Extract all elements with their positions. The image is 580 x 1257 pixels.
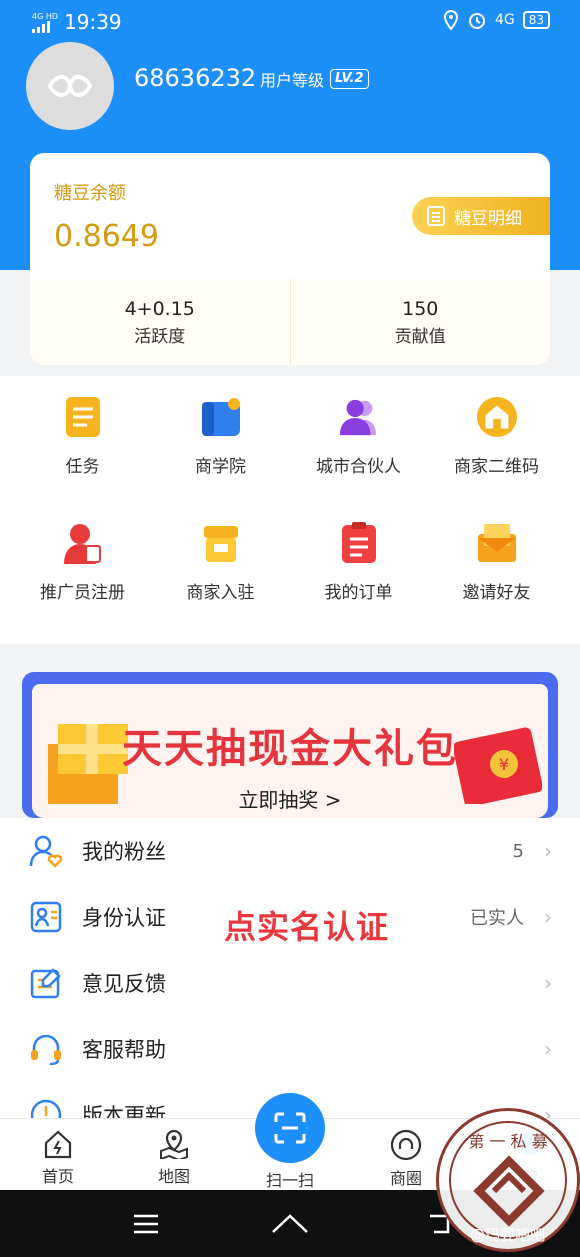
seal-text: 第 一 私 募 xyxy=(468,1132,547,1151)
balance-stats: 4+0.15 活跃度 150 贡献值 xyxy=(30,279,550,365)
tab-map[interactable]: 地图 xyxy=(134,1129,214,1187)
menu-label: 版本更新 xyxy=(82,1104,166,1118)
scan-icon xyxy=(274,1112,306,1144)
balance-label: 糖豆余额 xyxy=(54,183,126,204)
menu-icon[interactable] xyxy=(126,1210,166,1238)
menu-item-customer-service[interactable]: 客服帮助 › xyxy=(0,1016,580,1082)
grid-item-label: 推广员注册 xyxy=(40,583,125,603)
user-level-label: 用户等级 xyxy=(260,71,325,90)
scan-button[interactable] xyxy=(255,1093,325,1163)
grid-item-promoter[interactable]: 推广员注册 xyxy=(10,522,155,603)
watermark-caption: @玛婴吧吧 xyxy=(470,1226,546,1244)
stat-activity[interactable]: 4+0.15 活跃度 xyxy=(30,279,290,365)
headset-icon xyxy=(28,1031,64,1067)
level-badge: LV.2 xyxy=(330,69,369,89)
stat-label: 贡献值 xyxy=(394,326,446,347)
menu-list: 我的粉丝 5 › 身份认证 已实人 › 意见反馈 › 客服帮助 › 版本更新 › xyxy=(0,818,580,1118)
network-type: 4G xyxy=(494,12,515,28)
menu-item-feedback[interactable]: 意见反馈 › xyxy=(0,950,580,1016)
stat-value: 4+0.15 xyxy=(124,297,195,320)
grid-item-invite[interactable]: 邀请好友 xyxy=(424,522,569,603)
grid-item-academy[interactable]: 商学院 xyxy=(148,396,293,477)
grid-item-label: 商家二维码 xyxy=(454,457,539,477)
signal-icon: 4G HD xyxy=(32,12,58,33)
menu-item-fans[interactable]: 我的粉丝 5 › xyxy=(0,818,580,884)
grid-item-store-join[interactable]: 商家入驻 xyxy=(148,522,293,603)
promoter-icon xyxy=(62,522,104,564)
avatar[interactable] xyxy=(26,42,114,130)
list-icon xyxy=(427,206,445,226)
grid-item-shop-qrcode[interactable]: 商家二维码 xyxy=(424,396,569,477)
grid-item-task[interactable]: 任务 xyxy=(10,396,155,477)
alarm-icon xyxy=(468,13,485,29)
svg-text:¥: ¥ xyxy=(499,755,509,774)
location-icon xyxy=(443,10,458,30)
menu-label: 我的粉丝 xyxy=(82,840,166,864)
menu-value: 5 xyxy=(512,840,524,862)
balance-card: 糖豆余额 0.8649 糖豆明细 4+0.15 活跃度 150 贡献值 xyxy=(30,153,550,365)
id-card-icon xyxy=(28,899,64,935)
tab-label-scan: 扫一扫 xyxy=(265,1171,314,1190)
tab-label: 商圈 xyxy=(389,1169,422,1188)
status-bar: 4G HD 19:39 4G 83 xyxy=(0,0,580,40)
grid-item-partner[interactable]: 城市合伙人 xyxy=(286,396,431,477)
tab-label: 地图 xyxy=(157,1167,190,1186)
chevron-right-icon: › xyxy=(544,839,552,863)
network-label: 4G HD xyxy=(32,11,59,21)
red-envelope-icon: ¥ xyxy=(454,727,542,804)
tab-label: 首页 xyxy=(41,1167,74,1186)
user-id: 68636232 xyxy=(134,64,257,92)
grid-item-label: 商学院 xyxy=(195,457,246,477)
tab-home[interactable]: 首页 xyxy=(18,1129,98,1187)
tab-business-circle[interactable]: 商圈 xyxy=(366,1129,446,1189)
balance-detail-button[interactable]: 糖豆明细 xyxy=(412,197,550,235)
menu-value: 已实人 xyxy=(470,908,524,929)
avatar-placeholder-icon xyxy=(48,75,92,97)
chevron-right-icon: › xyxy=(544,1037,552,1061)
lottery-banner[interactable]: 天天抽现金大礼包 立即抽奖 > ¥ xyxy=(22,672,558,818)
grid-item-label: 我的订单 xyxy=(324,583,393,603)
invite-icon xyxy=(476,522,518,564)
annotation-text: 点实名认证 xyxy=(224,908,390,946)
grid-item-label: 城市合伙人 xyxy=(316,457,401,477)
chevron-right-icon: › xyxy=(544,905,552,929)
stat-contribution[interactable]: 150 贡献值 xyxy=(289,279,551,365)
balance-value: 0.8649 xyxy=(54,219,159,254)
user-level: 用户等级 LV.2 xyxy=(260,67,369,91)
stat-value: 150 xyxy=(402,297,439,320)
task-icon xyxy=(62,396,104,438)
balance-detail-label: 糖豆明细 xyxy=(454,208,522,229)
banner-inner: 天天抽现金大礼包 立即抽奖 > ¥ xyxy=(32,684,548,818)
battery-icon: 83 xyxy=(522,11,550,29)
grid-item-my-orders[interactable]: 我的订单 xyxy=(286,522,431,603)
menu-label: 身份认证 xyxy=(82,906,166,930)
update-icon xyxy=(28,1097,64,1118)
store-icon xyxy=(200,522,242,564)
status-time: 19:39 xyxy=(64,10,122,34)
menu-label: 意见反馈 xyxy=(82,972,166,996)
circle-icon xyxy=(390,1129,422,1161)
partner-icon xyxy=(338,396,380,438)
feature-grid: 任务 商学院 城市合伙人 商家二维码 推广员注册 商家入驻 我的订单 邀请好友 xyxy=(0,376,580,644)
map-icon xyxy=(160,1129,188,1159)
academy-icon xyxy=(200,396,242,438)
stat-label: 活跃度 xyxy=(134,326,186,347)
home-icon xyxy=(44,1130,72,1159)
chevron-right-icon: › xyxy=(544,971,552,995)
grid-item-label: 任务 xyxy=(65,457,100,477)
grid-item-label: 商家入驻 xyxy=(186,583,255,603)
home-nav-icon[interactable] xyxy=(270,1210,310,1238)
fans-icon xyxy=(28,833,64,869)
grid-item-label: 邀请好友 xyxy=(462,583,531,603)
qrcode-shop-icon xyxy=(476,396,518,438)
feedback-icon xyxy=(28,965,64,1001)
order-icon xyxy=(338,522,380,564)
menu-label: 客服帮助 xyxy=(82,1038,166,1062)
